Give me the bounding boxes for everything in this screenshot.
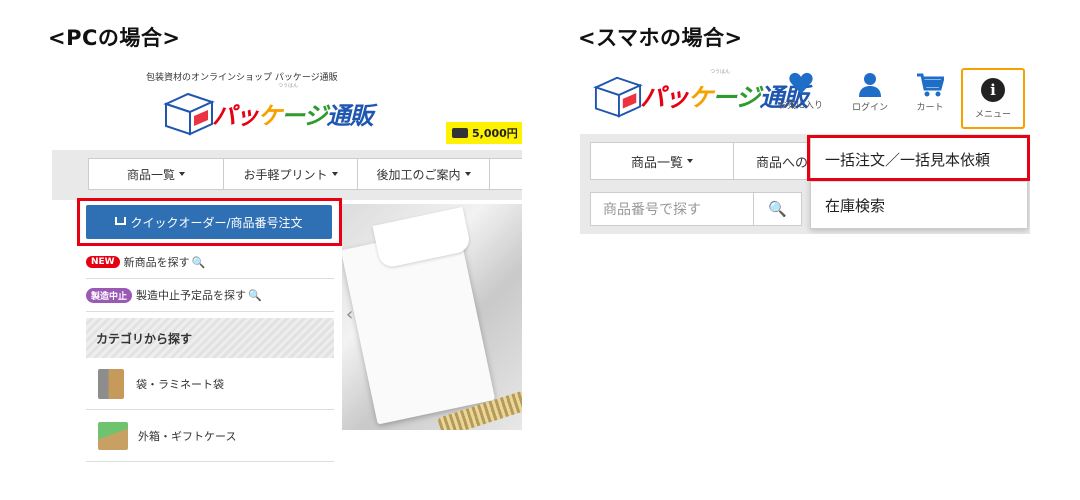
box-thumbnail [98,421,128,450]
box-logo-icon [593,76,643,118]
discontinued-badge: 製造中止 [86,287,133,303]
carousel-prev-icon[interactable]: ‹ [346,304,353,325]
product-list-button[interactable]: 商品一覧 [590,142,734,180]
pc-section-title: <PCの場合> [48,26,181,50]
shipping-badge: 5,000円 [446,122,522,144]
nav-post-processing[interactable]: 後加工のご案内 [358,158,490,190]
dropdown-item-stock-search[interactable]: 在庫検索 [811,182,1027,228]
search-icon: 🔍 [768,200,787,218]
menu-button[interactable]: i メニュー [961,68,1025,129]
user-icon [859,73,881,97]
caret-down-icon [331,172,338,176]
heart-icon [788,72,813,94]
site-logo[interactable]: パッケージ通販 つうはん [590,69,809,120]
caret-down-icon [687,159,693,163]
info-icon: i [981,77,1005,102]
global-nav: 商品一覧 お手軽プリント 後加工のご案内 [88,158,522,190]
favorites-button[interactable]: お気に入り [778,72,823,111]
search-icon: 🔍 [248,288,262,302]
pc-screenshot: 包装資材のオンラインショップ パッケージ通販 パッケージ通販 つうはん 5,00… [52,62,522,482]
smartphone-screenshot: パッケージ通販 つうはん お気に入り ログイン カート i メニュー 商品一覧 … [580,66,1030,234]
login-button[interactable]: ログイン [852,72,888,113]
cart-button[interactable]: カート [916,72,944,113]
new-badge: NEW [86,256,120,268]
category-gift-boxes[interactable]: 外箱・ギフトケース [86,410,334,462]
new-products-link[interactable]: NEW 新商品を探す 🔍 [86,246,334,279]
hero-image: ‹ [342,204,522,430]
logo-ruby: つうはん [278,83,299,89]
box-logo-icon [163,92,215,136]
category-header: カテゴリから探す [86,318,334,358]
sidebar-menu: NEW 新商品を探す 🔍 製造中止 製造中止予定品を探す 🔍 カテゴリから探す … [86,246,334,462]
search-button[interactable]: 🔍 [754,192,802,226]
caret-down-icon [179,172,185,176]
cart-icon [917,73,944,97]
nav-product-list[interactable]: 商品一覧 [88,158,224,190]
logo-ruby: つうはん [710,69,731,75]
logo-wordmark: パッケージ通販 [212,101,374,130]
site-tagline: 包装資材のオンラインショップ パッケージ通販 [146,73,338,83]
caret-down-icon [464,172,471,176]
truck-icon [452,128,468,138]
site-logo[interactable]: パッケージ通販 つうはん [160,83,374,138]
category-bags[interactable]: 袋・ラミネート袋 [86,358,334,410]
highlight-box [807,135,1030,181]
discontinued-products-link[interactable]: 製造中止 製造中止予定品を探す 🔍 [86,279,334,312]
nav-easy-print[interactable]: お手軽プリント [224,158,358,190]
nav-more[interactable] [490,158,522,190]
search-icon: 🔍 [191,255,206,269]
highlight-box [77,198,342,246]
smartphone-section-title: <スマホの場合> [578,26,743,50]
bag-thumbnail [98,368,124,399]
product-number-search-input[interactable]: 商品番号で探す [590,192,754,226]
product-nav-button[interactable]: 商品への [733,142,813,180]
